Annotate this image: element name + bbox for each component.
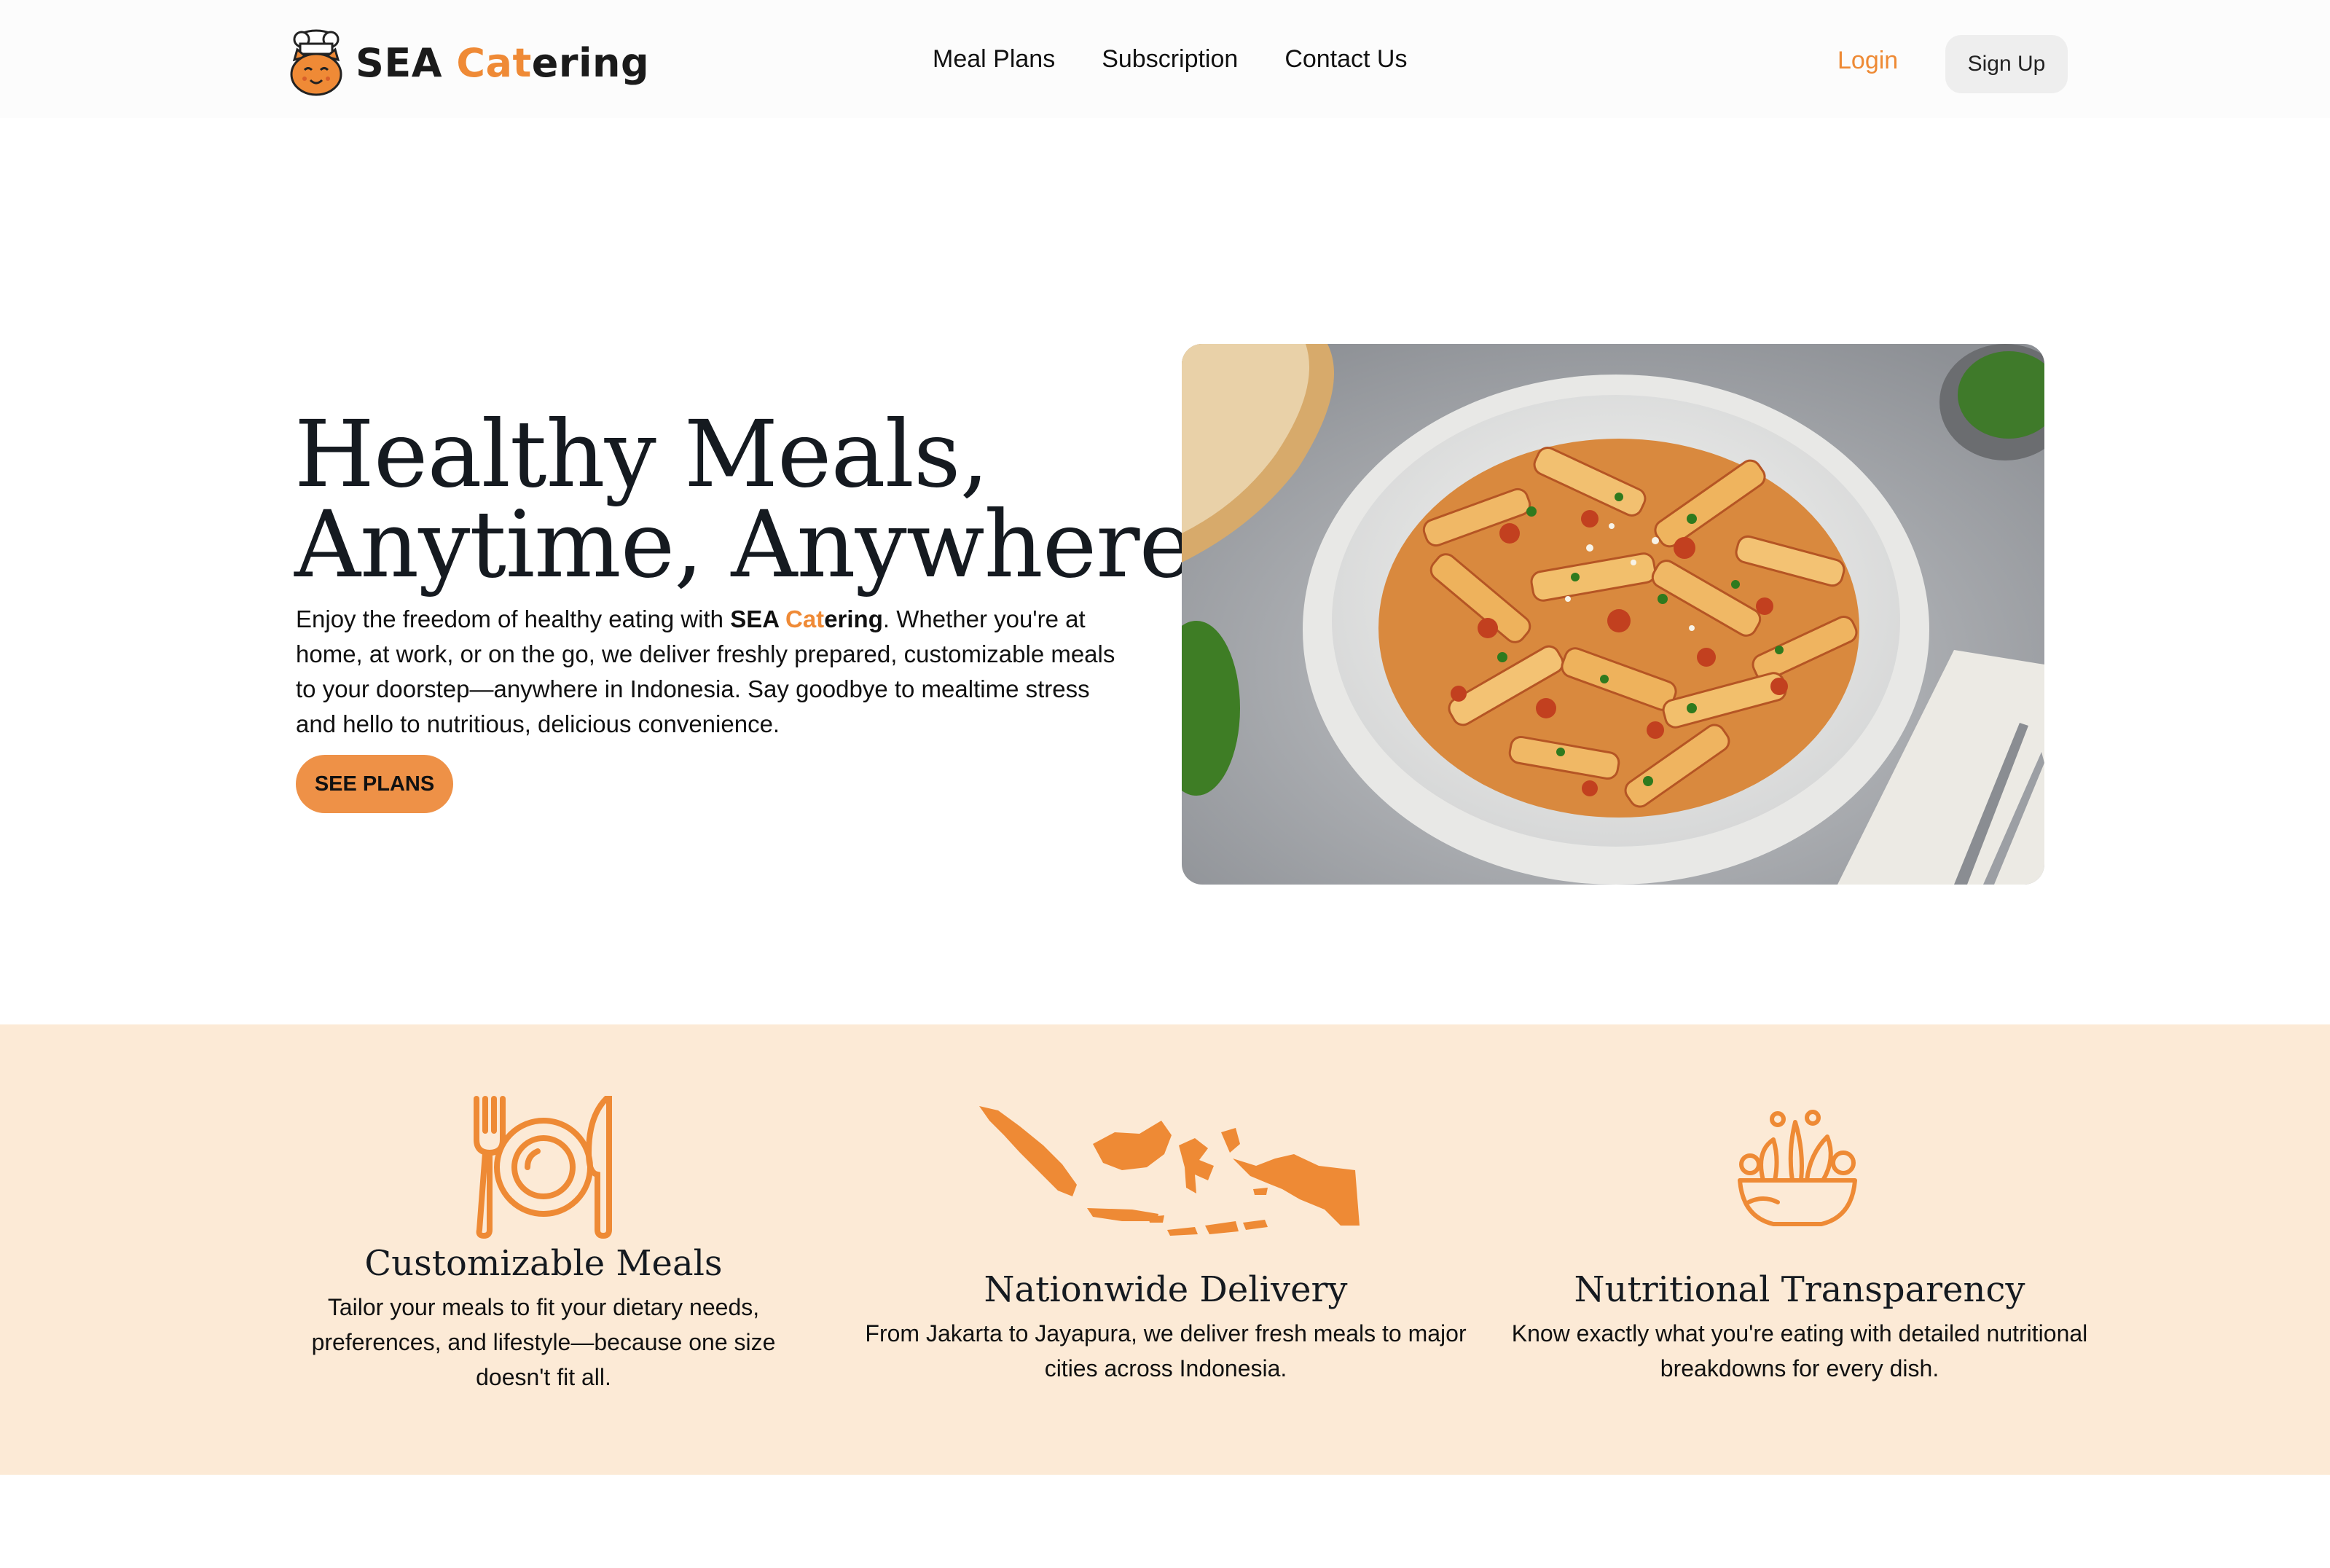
plate-fork-knife-icon [474,1096,612,1239]
feature-description: Know exactly what you're eating with det… [1511,1320,2088,1381]
nav-subscription[interactable]: Subscription [1102,45,1238,74]
feature-description: From Jakarta to Jayapura, we deliver fre… [865,1320,1467,1381]
features-section: Customizable Meals Tailor your meals to … [0,1024,2330,1475]
feature-customizable: Customizable Meals Tailor your meals to … [281,1243,806,1395]
site-header: SEA Catering Meal Plans Subscription Con… [0,0,2330,118]
feature-delivery: Nationwide Delivery From Jakarta to Jaya… [852,1269,1479,1386]
chef-cat-logo-icon [290,29,342,96]
inline-brand: SEA Catering [730,605,883,632]
penne-pasta-bowl-photo [1182,344,2044,885]
signup-button[interactable]: Sign Up [1945,35,2068,93]
hero-description: Enjoy the freedom of healthy eating with… [296,605,1115,737]
hero-title: Healthy Meals, Anytime, Anywhere [294,401,1193,598]
feature-description: Tailor your meals to fit your dietary ne… [311,1294,776,1390]
feature-title: Customizable Meals [364,1243,723,1284]
login-link[interactable]: Login [1837,47,1898,75]
logo[interactable]: SEA Catering [286,28,649,98]
main-nav: Meal Plans Subscription Contact Us [933,45,1408,74]
feature-transparency: Nutritional Transparency Know exactly wh… [1508,1269,2091,1386]
feature-title: Nationwide Delivery [984,1269,1348,1310]
brand-name: SEA Catering [356,39,650,86]
hero-title-line2: Anytime, Anywhere [294,491,1193,598]
indonesia-map-icon [979,1106,1360,1236]
salad-bowl-icon [1738,1110,1857,1226]
feature-title: Nutritional Transparency [1574,1269,2025,1310]
hero-title-line1: Healthy Meals, [294,401,989,508]
nav-contact-us[interactable]: Contact Us [1284,45,1407,74]
see-plans-button[interactable]: SEE PLANS [296,755,453,813]
nav-meal-plans[interactable]: Meal Plans [933,45,1055,74]
